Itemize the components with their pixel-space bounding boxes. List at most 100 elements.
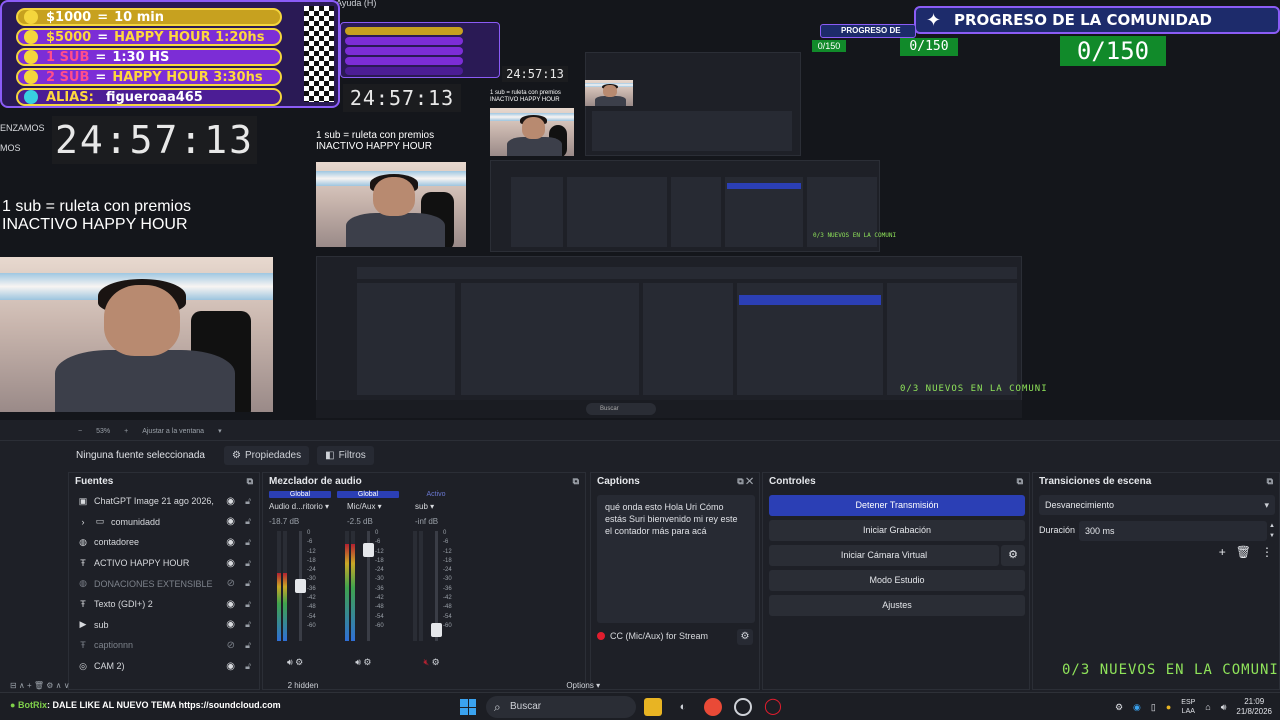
undock-icon[interactable]: ⧉ (1267, 476, 1273, 487)
eye-hidden-icon[interactable]: ⊘ (227, 578, 235, 589)
eye-icon[interactable]: ◉ (226, 619, 235, 630)
edge-icon[interactable]: ◉ (1133, 702, 1141, 713)
channel-name-dropdown[interactable]: Mic/Aux ▾ (347, 502, 415, 511)
channel-name-dropdown[interactable]: Audio d...ritorio ▾ (269, 502, 337, 511)
eye-icon[interactable]: ◉ (226, 496, 235, 507)
speaker-icon[interactable]: 🔊︎ ⚙ (287, 657, 303, 668)
fit-window-button[interactable]: Ajustar a la ventana (142, 428, 204, 435)
start-virtual-cam-button[interactable]: Iniciar Cámara Virtual (769, 545, 999, 566)
properties-button[interactable]: ⚙ Propiedades (224, 446, 310, 465)
source-item[interactable]: › ▭ comunidadd ◉ 🔓︎ (69, 512, 259, 533)
help-menu[interactable]: Ayuda (H) (336, 0, 376, 8)
db-tick: -18 (443, 557, 452, 564)
eye-icon[interactable]: ◉ (226, 599, 235, 610)
more-icon[interactable]: ⋮ (1261, 545, 1273, 559)
clock[interactable]: 21:09 21/8/2026 (1236, 697, 1272, 717)
alias-value: figueroaa465 (105, 89, 203, 105)
dock-title: Fuentes ⧉ (69, 473, 259, 491)
db-tick: -6 (375, 539, 381, 546)
start-recording-button[interactable]: Iniciar Grabación (769, 520, 1025, 541)
opera-icon[interactable]: ◯ (764, 698, 782, 716)
network-icon[interactable]: ⌂ (1205, 702, 1210, 712)
mixer-channel: 0 -6 -12 -18 -24 -30 -36 -42 -48 -54 -60 (345, 530, 405, 643)
db-tick: -12 (443, 548, 452, 555)
lock-icon[interactable]: 🔓︎ (245, 516, 251, 527)
battery-icon[interactable]: ▯ (1151, 702, 1156, 713)
lock-icon[interactable]: 🔓︎ (245, 496, 251, 507)
eye-icon[interactable]: ◉ (226, 516, 235, 527)
lock-icon[interactable]: 🔓︎ (245, 599, 251, 610)
settings-tray-icon[interactable]: ⚙ (1115, 702, 1123, 713)
studio-mode-button[interactable]: Modo Estudio (769, 570, 1025, 591)
speaker-muted-icon[interactable]: 🔇︎ ⚙ (424, 657, 440, 668)
language-indicator[interactable]: ESP LAA (1181, 698, 1195, 716)
promo-line: INACTIVO HAPPY HOUR (490, 97, 560, 103)
lock-icon[interactable]: 🔓︎ (245, 640, 251, 651)
filters-button[interactable]: ◧ Filtros (317, 446, 374, 465)
fader-knob[interactable] (295, 579, 306, 593)
undock-icon[interactable]: ⧉ (247, 476, 253, 487)
fader-knob[interactable] (363, 543, 374, 557)
obs-icon[interactable] (734, 698, 752, 716)
eye-icon[interactable]: ◉ (226, 537, 235, 548)
source-item[interactable]: ◍ DONACIONES EXTENSIBLE ⊘ 🔓︎ (69, 573, 259, 594)
speaker-icon[interactable]: 🔊︎ ⚙ (355, 657, 371, 668)
goal-row: 2 SUB = HAPPY HOUR 3:30hs (16, 68, 282, 86)
text-icon: Ŧ (80, 640, 86, 651)
windows-start-icon[interactable] (460, 699, 476, 715)
eye-hidden-icon[interactable]: ⊘ (227, 640, 235, 651)
trash-icon[interactable]: 🗑︎ (1236, 545, 1251, 559)
source-label: DONACIONES EXTENSIBLE (94, 578, 213, 589)
lock-icon[interactable]: 🔓︎ (245, 537, 251, 548)
settings-button[interactable]: Ajustes (769, 595, 1025, 616)
file-explorer-icon[interactable] (644, 698, 662, 716)
options-menu[interactable]: Options ▾ (566, 681, 600, 690)
add-icon[interactable]: + (1219, 545, 1226, 559)
zoom-out-icon[interactable]: − (78, 428, 82, 435)
db-tick: -48 (307, 604, 316, 611)
eye-icon[interactable]: ◉ (226, 558, 235, 569)
zoom-in-icon[interactable]: + (124, 428, 128, 435)
source-item[interactable]: ◎ CAM 2) ◉ 🔓︎ (69, 656, 259, 677)
steam-icon[interactable]: ◐ (674, 698, 692, 716)
lock-icon[interactable]: 🔓︎ (245, 558, 251, 569)
chevron-down-icon[interactable]: ▾ (218, 427, 222, 435)
source-label: contadoree (94, 537, 140, 548)
volume-fader[interactable] (431, 531, 442, 641)
expand-chevron-icon[interactable]: › (77, 517, 89, 527)
volume-fader[interactable] (363, 531, 374, 641)
gear-icon[interactable]: ⚙ (737, 629, 753, 645)
source-item[interactable]: Ŧ Texto (GDI+) 2 ◉ 🔓︎ (69, 594, 259, 615)
fader-knob[interactable] (431, 623, 442, 637)
scene-tools[interactable]: ⊟ ∧ + 🗑︎ ⚙ ∧ ∨ (10, 681, 70, 690)
source-item[interactable]: ▶ sub ◉ 🔓︎ (69, 615, 259, 636)
lock-icon[interactable]: 🔓︎ (245, 619, 251, 630)
lock-icon[interactable]: 🔓︎ (245, 578, 251, 589)
mixer-hidden-count[interactable]: 2 hidden (288, 681, 319, 690)
user-icon (24, 90, 38, 104)
dock-controls[interactable]: ⧉ ✕ (737, 476, 753, 487)
chrome-icon[interactable] (704, 698, 722, 716)
taskbar-search[interactable]: Buscar (486, 696, 636, 718)
volume-icon[interactable]: 🔊︎ (1221, 702, 1227, 713)
camera-icon: ◎ (79, 660, 87, 671)
source-item[interactable]: Ŧ captionnn ⊘ 🔓︎ (69, 635, 259, 656)
lock-icon[interactable]: 🔓︎ (245, 661, 251, 672)
channel-name-dropdown[interactable]: sub ▾ (415, 502, 483, 511)
undock-icon[interactable]: ⧉ (1017, 476, 1023, 487)
community-counter-small: 0/150 (900, 38, 958, 56)
volume-fader[interactable] (295, 531, 306, 641)
undock-icon[interactable]: ⧉ (573, 476, 579, 487)
duration-input[interactable]: 300 ms (1079, 521, 1267, 541)
microphone-icon[interactable]: ● (1166, 702, 1171, 712)
eye-icon[interactable]: ◉ (226, 661, 235, 672)
gear-icon[interactable]: ⚙ (1001, 545, 1025, 566)
preview-canvas[interactable]: Ayuda (H) $1000 = 10 min $5000 = HAPPY H… (0, 0, 1280, 420)
transition-select[interactable]: Desvanecimiento (1039, 495, 1275, 515)
source-item[interactable]: Ŧ ACTIVO HAPPY HOUR ◉ 🔓︎ (69, 553, 259, 574)
source-item[interactable]: ◍ contadoree ◉ 🔓︎ (69, 532, 259, 553)
stop-stream-button[interactable]: Detener Transmisión (769, 495, 1025, 516)
source-item[interactable]: ▣ ChatGPT Image 21 ago 2026, 0 ◉ 🔓︎ (69, 491, 259, 512)
duration-spinner[interactable]: ▲ ▼ (1269, 521, 1277, 541)
promo-text: 1 sub = ruleta con premios INACTIVO HAPP… (2, 198, 191, 234)
